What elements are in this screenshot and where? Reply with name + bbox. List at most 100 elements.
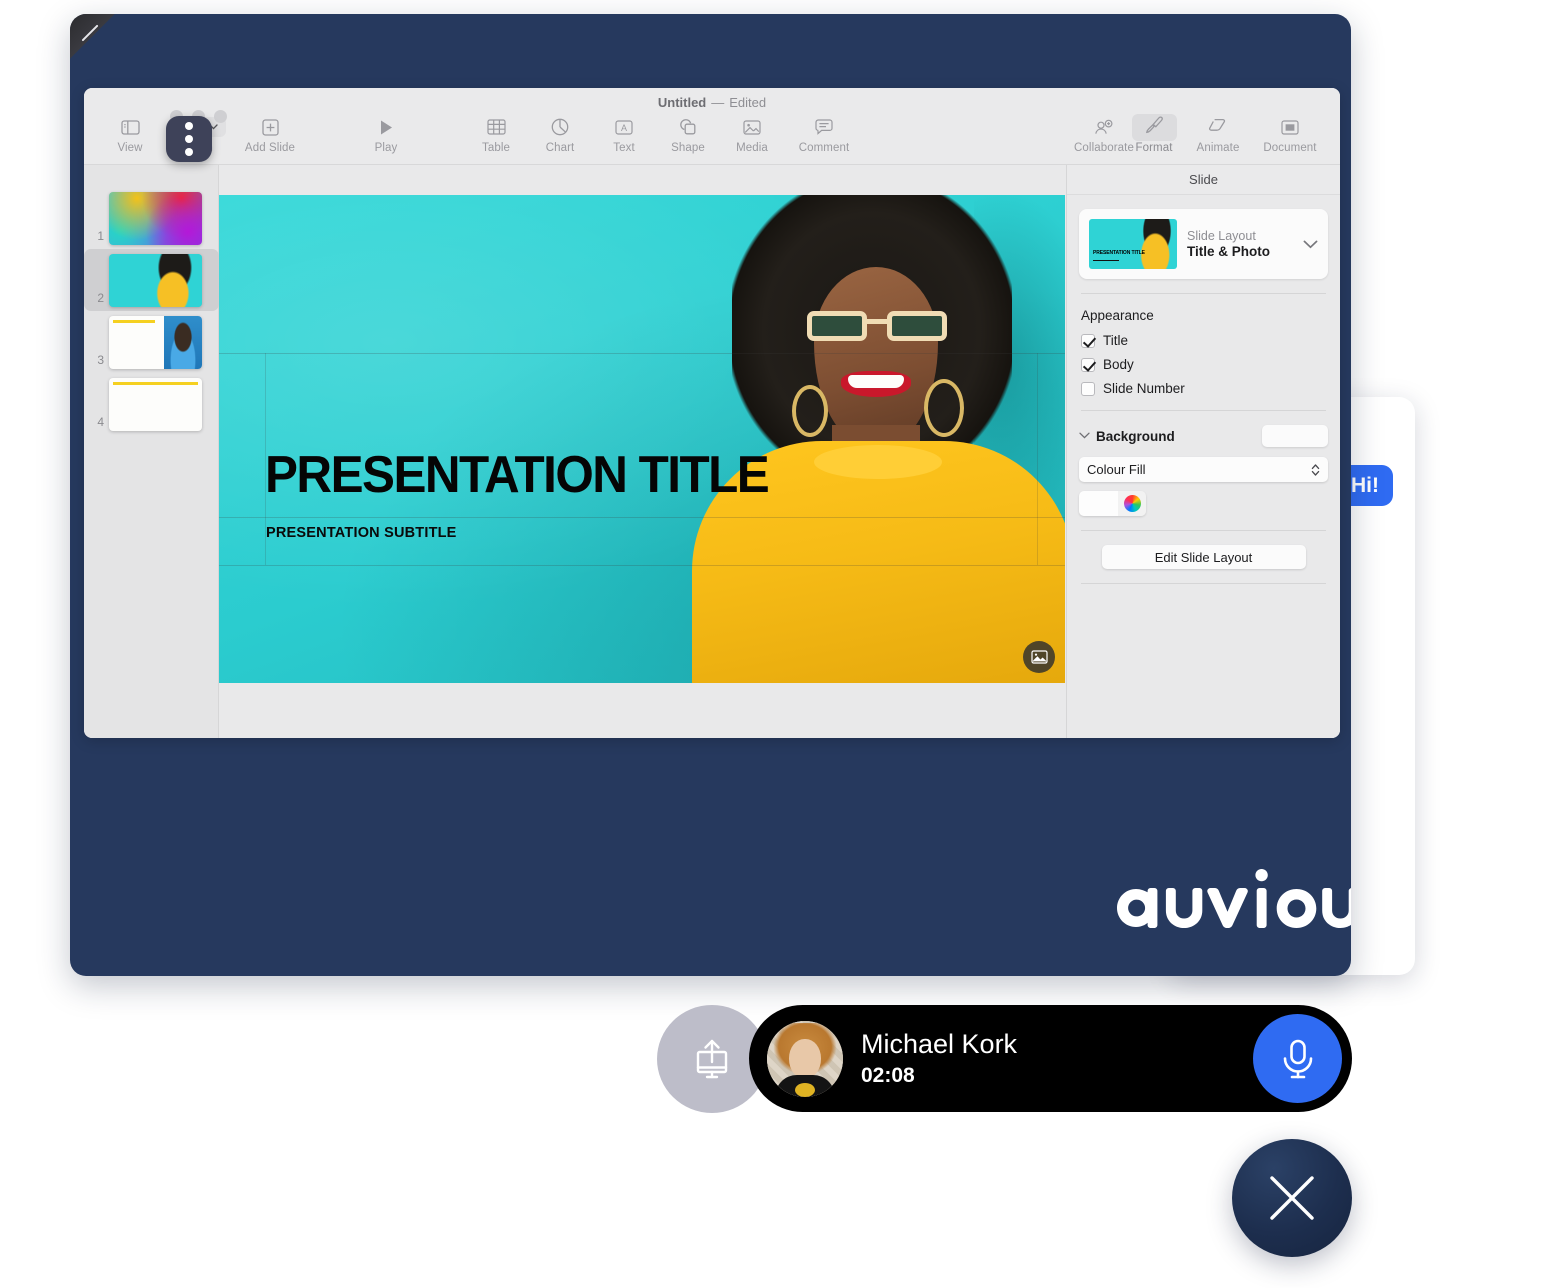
toolbar-group-play: Play [354,114,418,154]
appearance-title-row[interactable]: Title [1081,333,1328,348]
auvious-logo [1103,869,1351,943]
format-button[interactable]: Format [1122,114,1186,154]
toolbar-group-insert: Table Chart [464,114,864,154]
sidebar-icon [98,114,162,140]
text-label: Text [592,142,656,154]
background-color-swatch[interactable] [1079,491,1118,516]
shape-label: Shape [656,142,720,154]
media-image-icon [720,114,784,140]
screen-share-window[interactable]: Untitled—Edited View [70,14,1351,976]
overflow-menu-button[interactable] [166,116,212,162]
checkbox-title-label: Title [1103,333,1128,348]
slide-subtitle-text[interactable]: PRESENTATION SUBTITLE [266,525,457,541]
slide-number-1: 1 [84,229,109,243]
screen: Hi! Untitled—Edited [0,0,1554,1288]
end-session-button[interactable] [1232,1139,1352,1257]
slide-layout-selector[interactable]: PRESENTATION TITLE Slide Layout Title & … [1079,209,1328,279]
chevron-down-icon[interactable] [1079,430,1090,442]
shape-button[interactable]: Shape [656,114,720,154]
edit-slide-layout-button[interactable]: Edit Slide Layout [1102,545,1306,569]
inspector-tab-slide[interactable]: Slide [1067,165,1340,195]
play-button[interactable]: Play [354,114,418,154]
appearance-slide-number-row[interactable]: Slide Number [1081,381,1328,396]
checkbox-title[interactable] [1081,334,1095,348]
slide-thumb-3[interactable]: 3 [84,311,219,373]
slide-thumb-2[interactable]: 2 [84,249,219,311]
keynote-window[interactable]: Untitled—Edited View [84,88,1340,738]
format-label: Format [1122,142,1186,154]
slide-thumb-gradient[interactable] [109,192,202,245]
layout-guide [1037,353,1038,565]
animate-label: Animate [1186,142,1250,154]
dot-icon [185,135,193,143]
background-fill-type-select[interactable]: Colour Fill [1079,457,1328,482]
checkbox-slide-number[interactable] [1081,382,1095,396]
slide-layout-value: Title & Photo [1187,244,1293,259]
media-button[interactable]: Media [720,114,784,154]
title-separator: — [711,95,724,110]
table-button[interactable]: Table [464,114,528,154]
table-icon [464,114,528,140]
chart-label: Chart [528,142,592,154]
play-icon [354,114,418,140]
media-label: Media [720,142,784,154]
slide-layout-caption: Slide Layout [1187,229,1293,243]
chevron-down-icon[interactable] [1303,236,1318,253]
slide-thumb-blank[interactable] [109,378,202,431]
document-label: Document [1250,142,1330,154]
document-button[interactable]: Document [1250,114,1330,154]
layout-guide [219,517,1065,518]
divider [1081,530,1326,531]
layout-guide [219,353,1065,354]
animate-button[interactable]: Animate [1186,114,1250,154]
appearance-body-row[interactable]: Body [1081,357,1328,372]
color-wheel-icon[interactable] [1118,491,1146,516]
document-icon [1250,114,1330,140]
microphone-icon [1278,1037,1318,1081]
call-duration: 02:08 [861,1064,1017,1088]
comment-icon [784,114,864,140]
call-status-bar[interactable]: Michael Kork 02:08 [749,1005,1352,1112]
image-placeholder-icon[interactable] [1023,641,1055,673]
slide-thumb-4[interactable]: 4 [84,373,219,435]
plus-square-icon [234,114,306,140]
slide-thumb-title-photo[interactable] [109,254,202,307]
toolbar-group-right: Format Animate [1122,114,1330,154]
play-label: Play [354,142,418,154]
comment-label: Comment [784,142,864,154]
participant-name: Michael Kork [861,1029,1017,1060]
paintbrush-icon [1132,114,1177,141]
shape-icon [656,114,720,140]
add-slide-button[interactable]: Add Slide [234,114,306,154]
microphone-button[interactable] [1253,1014,1342,1103]
current-slide[interactable]: PRESENTATION TITLE PRESENTATION SUBTITLE [219,195,1065,683]
divider [1081,583,1326,584]
slide-thumb-text-photo[interactable] [109,316,202,369]
comment-button[interactable]: Comment [784,114,864,154]
divider [1081,410,1326,411]
slide-title-text[interactable]: PRESENTATION TITLE [265,445,768,505]
slide-layout-thumbnail: PRESENTATION TITLE [1089,219,1177,269]
resize-handle-icon[interactable] [70,14,118,62]
document-name: Untitled [658,95,706,110]
chart-button[interactable]: Chart [528,114,592,154]
text-button[interactable]: A Text [592,114,656,154]
slide-thumb-1[interactable]: 1 [84,187,219,249]
slide-canvas[interactable]: PRESENTATION TITLE PRESENTATION SUBTITLE [219,165,1066,738]
background-preview-swatch[interactable] [1262,425,1328,447]
slide-number-3: 3 [84,353,109,367]
keynote-body: 1 2 3 4 [84,165,1340,738]
slide-navigator[interactable]: 1 2 3 4 [84,165,219,738]
dot-icon [185,122,193,130]
table-label: Table [464,142,528,154]
checkbox-body[interactable] [1081,358,1095,372]
background-section-header[interactable]: Background [1079,425,1328,447]
background-color-picker[interactable] [1079,491,1146,516]
checkbox-slide-number-label: Slide Number [1103,381,1185,396]
document-title-bar: Untitled—Edited [84,95,1340,110]
close-x-icon [1266,1172,1318,1224]
call-info: Michael Kork 02:08 [861,1029,1017,1087]
view-button[interactable]: View [98,114,162,154]
appearance-heading: Appearance [1081,308,1328,323]
format-inspector[interactable]: Slide PRESENTATION TITLE Slide Layout Ti… [1066,165,1340,738]
